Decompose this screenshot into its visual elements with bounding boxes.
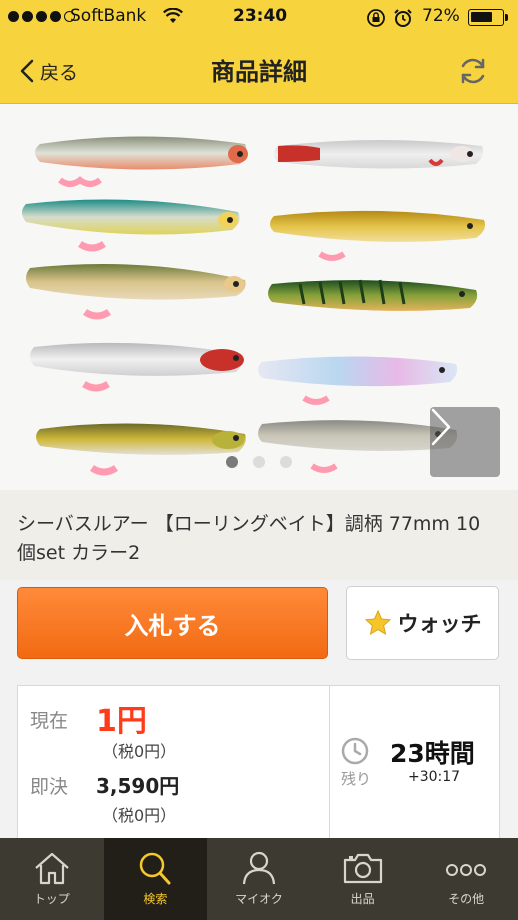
buyout-price-tax: （税0円） xyxy=(102,806,177,825)
tab-top[interactable]: トップ xyxy=(0,838,104,920)
star-icon xyxy=(364,609,391,636)
battery-icon xyxy=(468,9,504,26)
price-section: 現在 1円 （税0円） 即決 3,590円 （税0円） xyxy=(18,686,330,846)
remaining-label: 残り xyxy=(341,770,372,788)
chevron-left-icon xyxy=(20,59,34,83)
buyout-price: 3,590円 xyxy=(96,774,180,798)
product-image-gallery[interactable] xyxy=(0,104,518,490)
gallery-pager xyxy=(226,456,292,468)
pager-dot-active xyxy=(226,456,238,468)
tab-search-label: 検索 xyxy=(143,892,168,906)
search-icon xyxy=(140,852,171,885)
clock-icon xyxy=(341,737,369,765)
chevron-right-icon xyxy=(431,408,451,446)
more-icon xyxy=(446,864,487,876)
tab-myauction[interactable]: マイオク xyxy=(207,838,311,920)
carrier-name: SoftBank xyxy=(70,6,147,26)
bid-button-label: 入札する xyxy=(124,611,221,640)
remaining-time-extra: +30:17 xyxy=(408,769,461,785)
alarm-icon xyxy=(394,9,412,27)
bid-button[interactable]: 入札する xyxy=(17,587,328,659)
wifi-icon xyxy=(163,8,183,23)
app-header: SoftBank 23:40 72% 戻る 商品詳細 xyxy=(0,0,518,104)
next-image-button[interactable] xyxy=(430,407,500,477)
product-title: シーバスルアー 【ローリングベイト】調柄 77mm 10個set カラー2 xyxy=(17,513,481,564)
current-price: 1円 xyxy=(96,704,147,739)
camera-icon xyxy=(343,853,382,884)
tab-myauction-label: マイオク xyxy=(235,892,283,906)
rotation-lock-icon xyxy=(367,9,385,27)
tab-listing[interactable]: 出品 xyxy=(311,838,415,920)
current-price-tax: （税0円） xyxy=(102,742,177,761)
tab-more-label: その他 xyxy=(448,892,485,906)
home-icon xyxy=(35,852,69,885)
remaining-time-section: 残り 23時間 +30:17 xyxy=(330,686,500,846)
watch-button-label: ウォッチ xyxy=(397,612,482,636)
back-button-label: 戻る xyxy=(40,61,79,84)
tab-more[interactable]: その他 xyxy=(414,838,518,920)
pager-dot xyxy=(280,456,292,468)
watch-button[interactable]: ウォッチ xyxy=(346,586,499,660)
battery-percentage: 72% xyxy=(422,6,460,26)
signal-strength-icon xyxy=(8,11,75,22)
remaining-time: 23時間 xyxy=(390,739,475,768)
bottom-tab-bar: トップ 検索 マイオク 出品 その他 xyxy=(0,838,518,920)
status-time: 23:40 xyxy=(233,6,288,26)
auction-info-panel: 現在 1円 （税0円） 即決 3,590円 （税0円） 残り 23時間 +30:… xyxy=(17,685,500,846)
status-bar: SoftBank 23:40 72% xyxy=(0,0,518,36)
current-price-label: 現在 xyxy=(30,710,69,732)
tab-search[interactable]: 検索 xyxy=(103,838,208,920)
back-button[interactable]: 戻る xyxy=(20,54,78,88)
refresh-icon[interactable] xyxy=(456,54,490,88)
tab-listing-label: 出品 xyxy=(350,892,375,906)
pager-dot xyxy=(253,456,265,468)
person-icon xyxy=(242,851,276,885)
tab-top-label: トップ xyxy=(33,892,70,906)
buyout-price-label: 即決 xyxy=(30,776,69,798)
